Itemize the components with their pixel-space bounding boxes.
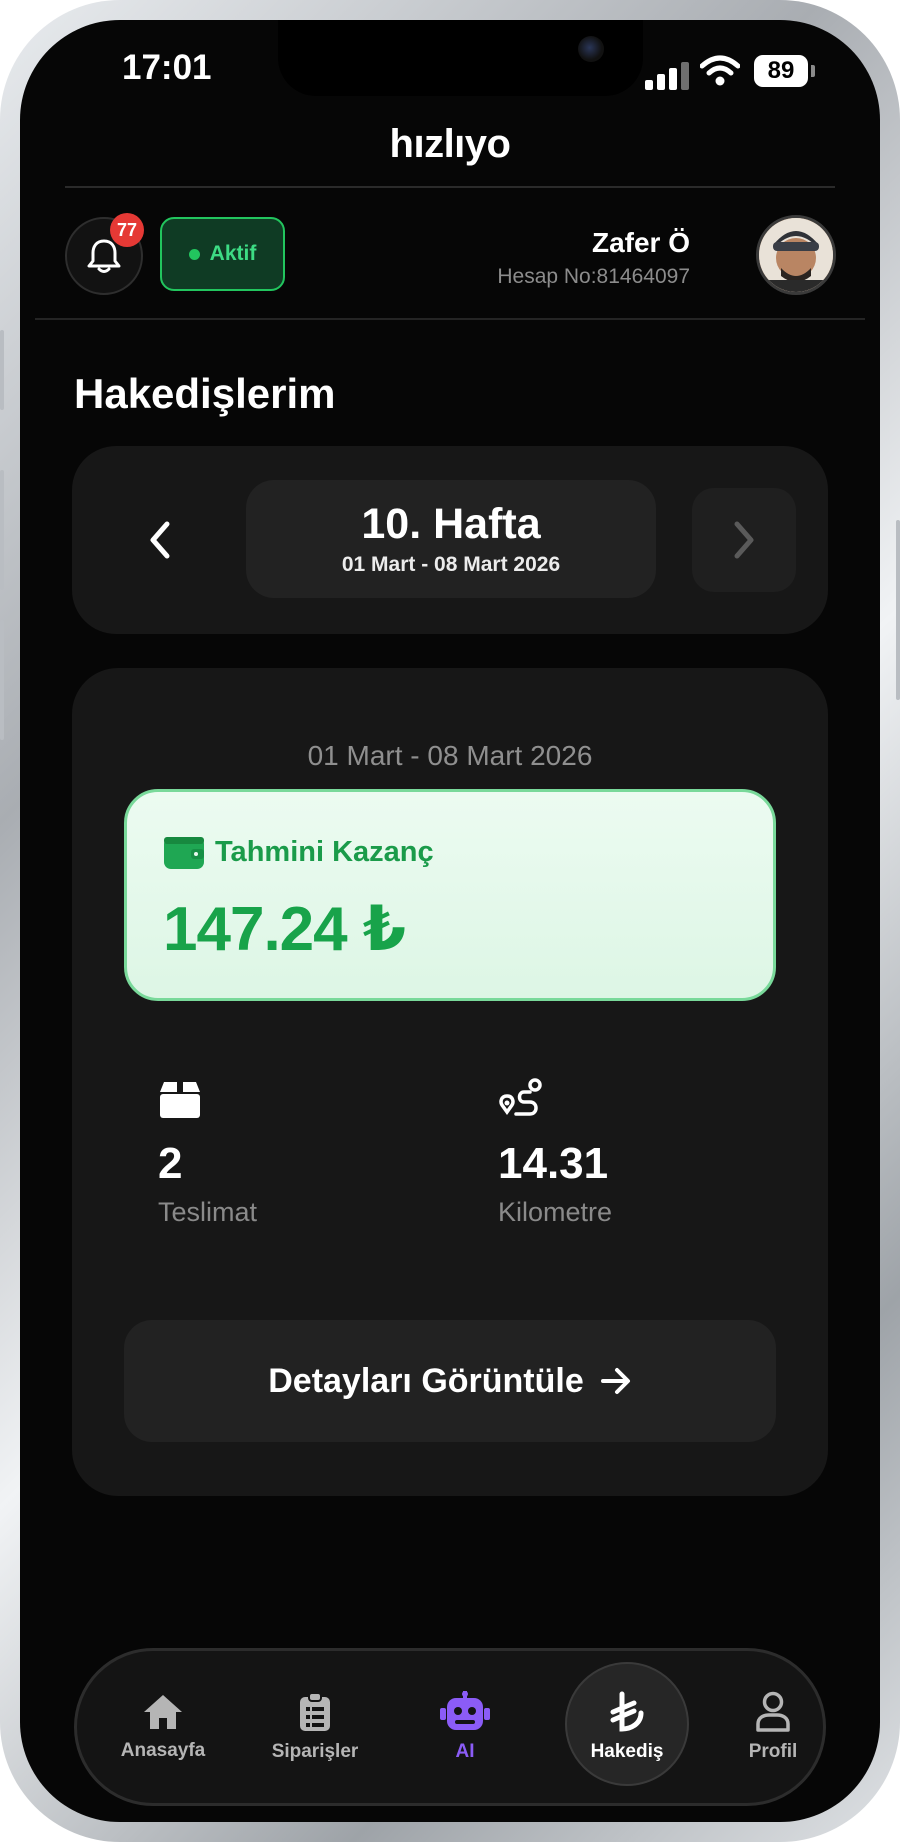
clipboard-list-icon <box>300 1692 330 1731</box>
tab-label-siparisler: Siparişler <box>271 1741 359 1762</box>
status-label: Aktif <box>209 242 257 265</box>
online-status-toggle[interactable]: Aktif <box>160 217 285 291</box>
distance-stat: 14.31 Kilometre <box>498 1076 612 1228</box>
home-icon <box>144 1695 182 1729</box>
next-week-button[interactable] <box>692 488 796 592</box>
earnings-value: 147.24 ₺ <box>163 895 406 964</box>
profile-divider <box>35 318 865 320</box>
tab-label-anasayfa: Anasayfa <box>120 1740 206 1761</box>
tab-siparisler[interactable]: Siparişler <box>249 1651 381 1803</box>
view-details-button[interactable]: Detayları Görüntüle <box>124 1320 776 1442</box>
power-button <box>896 520 900 700</box>
battery-icon: 89 <box>754 55 815 87</box>
dynamic-island <box>278 20 643 96</box>
deliveries-label: Teslimat <box>158 1197 258 1227</box>
week-title: 10. Hafta <box>361 500 541 548</box>
bottom-tab-bar: Anasayfa Siparişler AI Hakediş Profil <box>74 1648 826 1806</box>
robot-icon <box>440 1691 490 1730</box>
earnings-summary-card: 01 Mart - 08 Mart 2026 Tahmini Kazanç 14… <box>72 668 828 1496</box>
week-date-range: 01 Mart - 08 Mart 2026 <box>341 553 561 576</box>
cellular-signal-icon <box>645 60 689 90</box>
status-time: 17:01 <box>122 48 212 87</box>
tab-label-profil: Profil <box>748 1741 798 1762</box>
estimated-earnings-box: Tahmini Kazanç 147.24 ₺ <box>124 789 776 1001</box>
notification-count-badge: 77 <box>110 213 144 247</box>
deliveries-stat: 2 Teslimat <box>158 1076 257 1228</box>
account-number: Hesap No:81464097 <box>497 265 690 288</box>
lira-icon <box>610 1691 644 1732</box>
device-frame: 17:01 89 hızlıyo 77 Aktif Zafer Ö Hesap … <box>0 0 900 1842</box>
chevron-right-icon <box>734 521 754 559</box>
header-divider <box>65 186 835 188</box>
avatar[interactable] <box>756 215 836 295</box>
earnings-header: Tahmini Kazanç <box>163 834 434 870</box>
user-name: Zafer Ö <box>591 227 690 258</box>
view-details-label: Detayları Görüntüle <box>268 1361 584 1400</box>
current-week-display: 10. Hafta 01 Mart - 08 Mart 2026 <box>246 480 656 598</box>
earnings-label: Tahmini Kazanç <box>215 835 434 868</box>
distance-value: 14.31 <box>498 1139 609 1188</box>
previous-week-button[interactable] <box>110 488 210 592</box>
status-dot-icon <box>188 248 200 260</box>
front-camera <box>578 36 604 62</box>
user-icon <box>756 1691 790 1732</box>
volume-up-button <box>0 470 4 590</box>
tab-anasayfa[interactable]: Anasayfa <box>97 1651 229 1803</box>
tab-label-ai: AI <box>455 1741 475 1762</box>
tab-ai[interactable]: AI <box>399 1651 531 1803</box>
box-icon <box>160 1082 200 1118</box>
wallet-icon <box>164 837 204 869</box>
app-screen: 17:01 89 hızlıyo 77 Aktif Zafer Ö Hesap … <box>20 20 880 1822</box>
tab-hakedis[interactable]: Hakediş <box>561 1651 693 1803</box>
tab-label-hakedis: Hakediş <box>590 1741 664 1762</box>
volume-down-button <box>0 620 4 740</box>
route-icon <box>499 1078 542 1116</box>
mute-switch <box>0 330 4 410</box>
summary-date-range: 01 Mart - 08 Mart 2026 <box>307 740 593 771</box>
tab-profil[interactable]: Profil <box>707 1651 839 1803</box>
distance-label: Kilometre <box>498 1197 613 1227</box>
page-title: Hakedişlerim <box>74 370 336 417</box>
app-logo: hızlıyo <box>389 122 511 166</box>
wifi-icon <box>699 54 741 88</box>
chevron-left-icon <box>150 521 170 559</box>
deliveries-value: 2 <box>158 1139 183 1188</box>
arrow-right-icon <box>600 1368 630 1394</box>
